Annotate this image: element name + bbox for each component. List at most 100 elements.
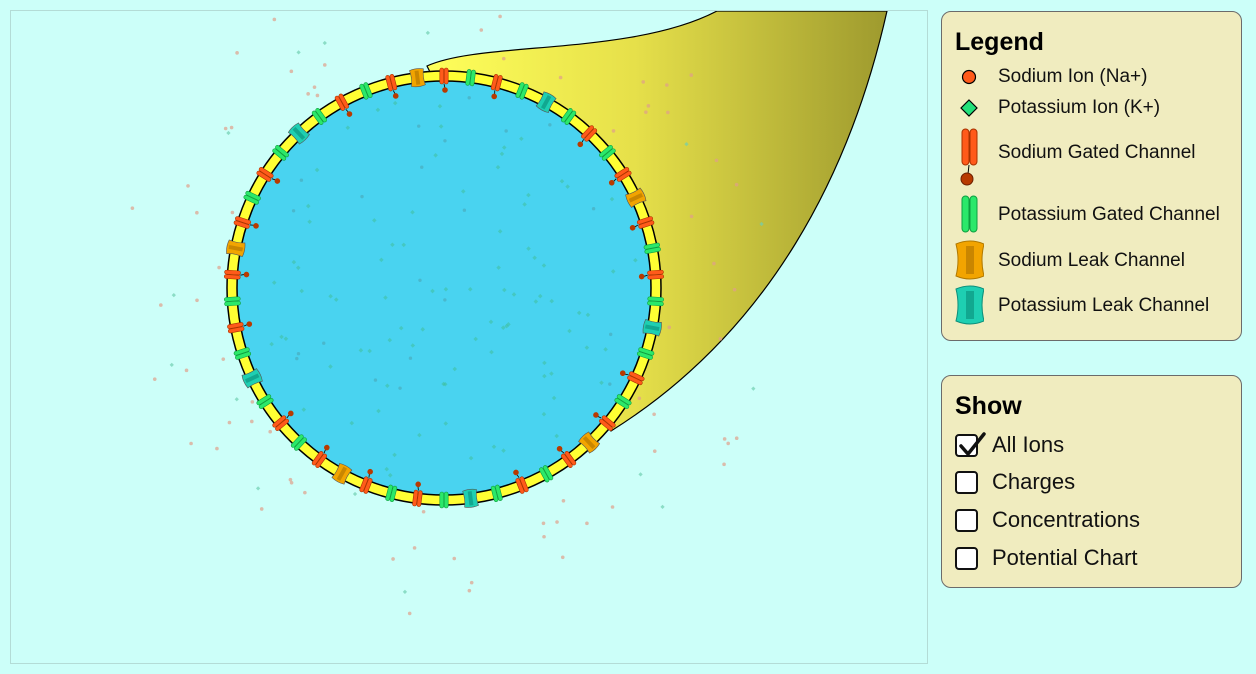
- potassium-ion: [322, 40, 327, 46]
- sodium-ion: [407, 611, 412, 616]
- sodium-ion: [189, 441, 193, 446]
- concentrations-checkbox[interactable]: [955, 509, 978, 532]
- sodium-ion: [609, 332, 613, 337]
- sodium-ion: [443, 139, 447, 143]
- sodium-ion: [646, 104, 651, 108]
- sodium-ion: [558, 75, 563, 80]
- sodium-ion: [306, 92, 310, 96]
- sodium-ion: [548, 123, 552, 127]
- sodium-ion: [608, 382, 612, 386]
- sodium-ion: [498, 14, 502, 19]
- potassium-ion: [638, 472, 643, 477]
- sodium-ion: [555, 520, 559, 524]
- sodium-ion: [561, 498, 566, 503]
- sodium-ion: [398, 386, 402, 390]
- sodium-ion: [299, 178, 304, 182]
- sodium-ion: [259, 507, 264, 511]
- potassium-leak-channel: [462, 488, 479, 508]
- sodium-ion: [467, 588, 472, 593]
- sodium-ion: [734, 436, 739, 440]
- sodium-ion: [223, 126, 228, 131]
- sodium-ion: [644, 110, 648, 114]
- checkmark-icon: [959, 432, 986, 456]
- sodium-ion: [195, 298, 199, 303]
- sodium-ion: [268, 429, 272, 434]
- sodium-ion: [666, 110, 670, 115]
- sodium-ion: [360, 194, 364, 199]
- potassium-ion: [296, 50, 301, 55]
- sodium-ion: [159, 303, 163, 307]
- sodium-ion: [215, 446, 219, 451]
- sodium-leak-channel-icon: [955, 240, 984, 280]
- sodium-gated-channel-icon: [960, 128, 978, 186]
- sodium-ion: [186, 184, 190, 188]
- sodium-ion-icon: [961, 69, 977, 85]
- potassium-gated-channel-icon: [961, 195, 978, 233]
- sodium-ion: [452, 556, 457, 561]
- potassium-gated-channel: [647, 296, 665, 307]
- sodium-ion: [542, 534, 546, 539]
- sodium-ion: [184, 368, 189, 373]
- sodium-ion: [152, 377, 157, 381]
- sodium-ion: [641, 80, 646, 84]
- potassium-ion: [234, 397, 239, 402]
- sodium-ion: [322, 341, 326, 345]
- sodium-ion: [221, 357, 226, 361]
- potassium-ion: [402, 589, 408, 594]
- legend-label: Potassium Ion (K+): [998, 97, 1161, 118]
- sodium-ion: [391, 557, 395, 561]
- sodium-ion: [504, 129, 508, 133]
- sodium-ion: [732, 287, 737, 292]
- legend-item-potassium-leak-channel: Potassium Leak Channel: [942, 285, 1241, 327]
- sodium-ion: [560, 555, 565, 560]
- sodium-ion: [322, 63, 327, 67]
- legend-item-sodium-leak-channel: Sodium Leak Channel: [942, 240, 1241, 282]
- sodium-ion: [467, 96, 471, 100]
- potassium-gated-channel: [439, 491, 449, 509]
- sodium-ion: [610, 505, 615, 509]
- sodium-ion: [289, 69, 294, 74]
- charges-checkbox[interactable]: [955, 471, 978, 494]
- sodium-leak-channel: [409, 68, 426, 88]
- sodium-ion: [421, 509, 426, 514]
- sodium-ion: [462, 208, 467, 212]
- legend-item-potassium-ion: Potassium Ion (K+): [942, 93, 1241, 123]
- sodium-ion: [315, 93, 320, 98]
- sodium-ion: [288, 477, 293, 482]
- potassium-ion-icon: [960, 99, 978, 117]
- potassium-ion: [169, 362, 174, 367]
- sodium-ion: [722, 462, 726, 467]
- potassium-gated-channel: [223, 296, 241, 307]
- sodium-ion: [303, 490, 307, 495]
- potential-chart-checkbox[interactable]: [955, 547, 978, 570]
- sodium-ion: [722, 437, 727, 441]
- sodium-ion: [591, 207, 596, 211]
- sodium-ion: [479, 28, 484, 32]
- sodium-ion: [250, 419, 254, 424]
- sodium-ion: [295, 356, 299, 361]
- sodium-ion: [652, 449, 657, 453]
- sodium-ion: [250, 400, 255, 404]
- sodium-ion: [637, 396, 642, 401]
- potassium-ion: [751, 386, 756, 391]
- sodium-ion: [418, 278, 422, 282]
- sodium-ion: [229, 125, 234, 130]
- sodium-ion: [501, 56, 506, 61]
- legend-label: Sodium Leak Channel: [998, 250, 1185, 271]
- sodium-ion: [667, 325, 672, 330]
- sodium-ion: [195, 210, 199, 215]
- legend-label: Sodium Gated Channel: [998, 142, 1196, 163]
- all-ions-checkbox[interactable]: [955, 432, 986, 457]
- potassium-ion: [255, 486, 261, 491]
- membrane-simulation-canvas: [10, 10, 928, 664]
- sodium-ion: [289, 480, 294, 485]
- potassium-ion: [171, 293, 176, 298]
- sodium-ion: [689, 73, 694, 77]
- sodium-ion: [689, 214, 694, 219]
- sodium-ion: [373, 378, 378, 382]
- legend-label: Potassium Gated Channel: [998, 204, 1220, 225]
- sodium-ion: [417, 124, 421, 128]
- potassium-leak-channel-icon: [955, 285, 984, 325]
- sodium-ion: [420, 165, 424, 169]
- show-title: Show: [955, 392, 1022, 420]
